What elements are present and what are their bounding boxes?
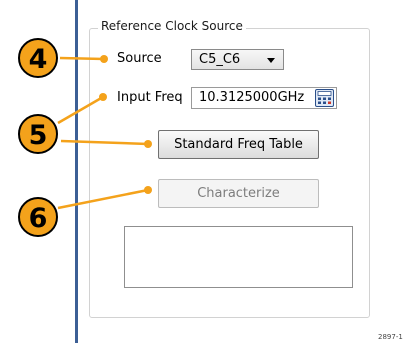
callout-5-dot-a — [99, 93, 107, 101]
callout-4-dot — [100, 55, 108, 63]
callout-5-leader-b — [60, 139, 149, 146]
callout-5-dot-b — [144, 140, 152, 148]
callout-6: 6 — [18, 197, 58, 237]
callout-4-leader — [59, 56, 105, 61]
callout-4-number: 4 — [29, 44, 48, 75]
callout-6-leader — [57, 188, 149, 210]
figure-id: 2897-1 — [378, 333, 403, 341]
callout-4: 4 — [18, 38, 58, 78]
callout-layer: 4 5 6 — [18, 38, 152, 237]
callout-5-leader-a — [57, 95, 104, 125]
callout-6-number: 6 — [29, 203, 48, 234]
callout-6-dot — [144, 186, 152, 194]
callout-5: 5 — [18, 114, 58, 154]
callout-5-number: 5 — [29, 120, 48, 151]
